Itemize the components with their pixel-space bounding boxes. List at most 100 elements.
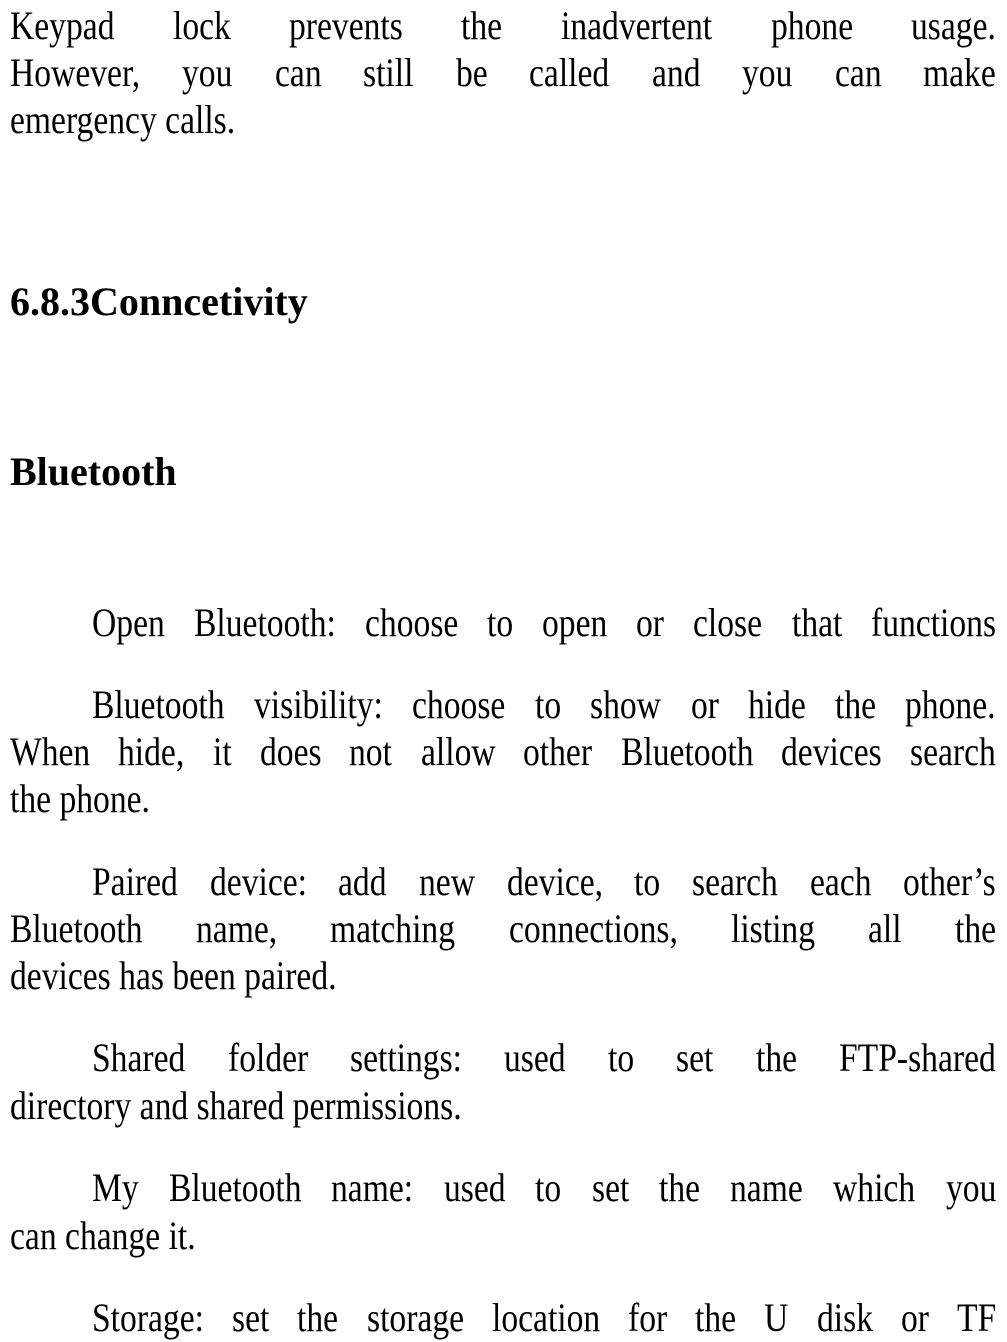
- word: hide: [747, 682, 806, 727]
- word: name:: [331, 1165, 414, 1210]
- paired-line-2: Bluetooth name, matching connections, listin…: [10, 905, 996, 953]
- word: and: [651, 50, 701, 95]
- word: set: [591, 1165, 630, 1210]
- word: location: [491, 1295, 600, 1340]
- word: set: [232, 1295, 270, 1340]
- word: for: [627, 1295, 668, 1340]
- word: to: [486, 600, 514, 645]
- word: FTP-shared: [839, 1035, 996, 1080]
- word: does: [259, 729, 322, 774]
- word: you: [742, 50, 793, 95]
- word: not: [349, 729, 393, 774]
- word: devices: [781, 729, 883, 774]
- my-name-line-2-text: can change it.: [10, 1213, 196, 1258]
- word: choose: [364, 600, 458, 645]
- intro-line-1: Keypad lock prevents the inadvertent phone usa…: [10, 2, 996, 50]
- word: My: [92, 1165, 139, 1210]
- word: it: [212, 729, 232, 774]
- word: other: [523, 729, 593, 774]
- word: settings:: [349, 1035, 462, 1080]
- word: device:: [209, 859, 307, 904]
- word: used: [443, 1165, 506, 1210]
- word: new: [418, 859, 475, 904]
- section-heading: 6.8.3Conncetivity: [10, 279, 308, 324]
- word: the: [835, 682, 877, 727]
- word: lock: [172, 3, 231, 48]
- word: set: [676, 1035, 714, 1080]
- word: can: [834, 50, 882, 95]
- subsection-heading: Bluetooth: [10, 449, 177, 494]
- word: Shared: [92, 1035, 186, 1080]
- visibility-line-3-text: the phone.: [10, 776, 150, 821]
- word: U: [764, 1295, 789, 1340]
- paired-line-3-text: devices has been paired.: [10, 953, 337, 998]
- word: matching: [330, 906, 456, 951]
- intro-line-3: emergency calls.: [10, 96, 996, 144]
- word: choose: [412, 682, 506, 727]
- word: However,: [10, 50, 141, 95]
- word: to: [534, 682, 561, 727]
- word: the: [695, 1295, 737, 1340]
- word: disk: [816, 1295, 873, 1340]
- word: all: [868, 906, 902, 951]
- word: used: [504, 1035, 566, 1080]
- word: called: [529, 50, 610, 95]
- word: Open: [92, 600, 165, 645]
- my-name-line-1: My Bluetooth name: used to set the name which you: [92, 1164, 996, 1212]
- word: visibility:: [253, 682, 383, 727]
- word: that: [791, 600, 842, 645]
- word: which: [833, 1165, 916, 1210]
- word: inadvertent: [560, 3, 713, 48]
- paired-line-1: Paired device: add new device, to search each ot…: [92, 858, 996, 906]
- word: you: [182, 50, 233, 95]
- word: be: [455, 50, 488, 95]
- word: listing: [730, 906, 815, 951]
- word: Paired: [92, 859, 178, 904]
- word: or: [900, 1295, 929, 1340]
- word: to: [607, 1035, 635, 1080]
- word: still: [363, 50, 414, 95]
- word: show: [590, 682, 662, 727]
- word: to: [634, 859, 661, 904]
- word: the: [755, 1035, 797, 1080]
- word: or: [636, 600, 665, 645]
- word: to: [535, 1165, 562, 1210]
- word: prevents: [289, 3, 404, 48]
- word: add: [338, 859, 387, 904]
- storage-line-1: Storage: set the storage location for the Udisk…: [92, 1294, 996, 1342]
- intro-line-3-text: emergency calls.: [10, 97, 236, 142]
- word: the: [461, 3, 503, 48]
- word: you: [945, 1165, 996, 1210]
- word: Bluetooth:: [193, 600, 336, 645]
- open-bluetooth-line-1: Open Bluetooth: choose to open or close that fun…: [92, 599, 996, 647]
- my-name-line-2: can change it.: [10, 1212, 996, 1260]
- paired-line-3: devices has been paired.: [10, 952, 996, 1000]
- word: Storage:: [92, 1295, 204, 1340]
- word: search: [692, 859, 779, 904]
- word: make: [923, 50, 996, 95]
- word: storage: [366, 1295, 464, 1340]
- word: close: [693, 600, 763, 645]
- word: phone: [770, 3, 853, 48]
- word: Bluetooth: [168, 1165, 302, 1210]
- word: TF: [956, 1295, 996, 1340]
- word: connections,: [508, 906, 678, 951]
- shared-line-2: directory and shared permissions.: [10, 1082, 996, 1130]
- word: Bluetooth: [10, 906, 143, 951]
- word: or: [690, 682, 719, 727]
- shared-line-1: Shared folder settings: used to set the FTP-sha…: [92, 1034, 996, 1082]
- intro-line-2: However, you can still be called and you can make: [10, 49, 996, 97]
- word: the: [297, 1295, 339, 1340]
- visibility-line-1: Bluetooth visibility: choose to show or hide th…: [92, 681, 996, 729]
- word: name: [730, 1165, 804, 1210]
- word: allow: [420, 729, 496, 774]
- visibility-line-2: When hide, it does not allow other Bluetooth dev…: [10, 728, 996, 776]
- word: usage.: [911, 3, 996, 48]
- word: Keypad: [10, 3, 115, 48]
- shared-line-2-text: directory and shared permissions.: [10, 1083, 462, 1128]
- word: open: [542, 600, 608, 645]
- word: the: [659, 1165, 701, 1210]
- word: device,: [506, 859, 603, 904]
- word: other’s: [903, 859, 996, 904]
- visibility-line-3: the phone.: [10, 775, 996, 823]
